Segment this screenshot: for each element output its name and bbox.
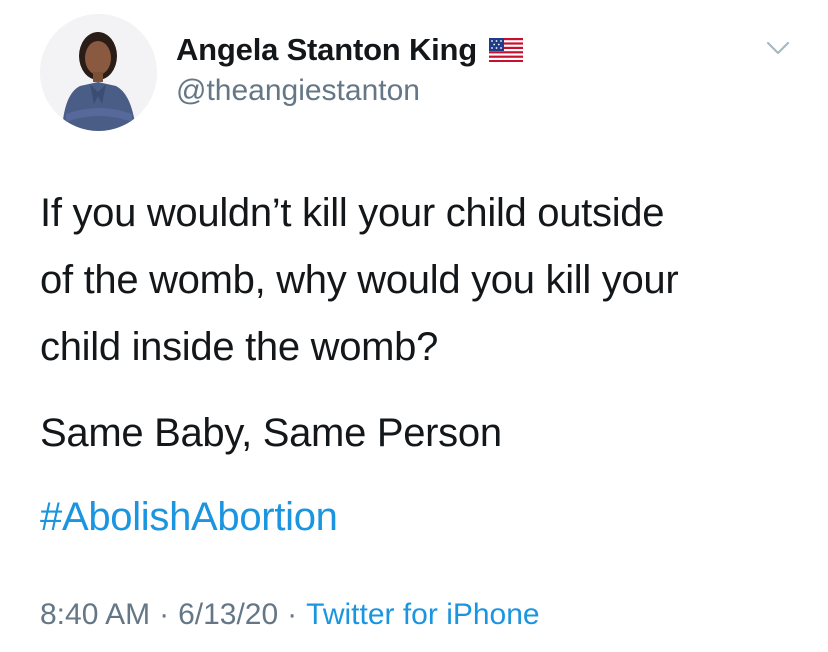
us-flag-icon [489, 38, 524, 62]
author-handle[interactable]: @theangiestanton [176, 74, 420, 108]
meta-separator: · [159, 598, 170, 631]
tweet-text-line: If you wouldn’t kill your child outside [40, 191, 665, 235]
tweet-card: Angela Stanton King @theangiestanton If … [0, 0, 828, 652]
hashtag-link[interactable]: #AbolishAbortion [40, 484, 338, 551]
tweet-text-paragraph: Same Baby, Same Person [40, 411, 502, 455]
avatar[interactable] [40, 14, 157, 131]
author-name-row: Angela Stanton King [176, 30, 524, 70]
tweet-source-link[interactable]: Twitter for iPhone [306, 598, 539, 632]
tweet-text: If you wouldn’t kill your child outside … [40, 180, 800, 381]
meta-separator: · [287, 598, 298, 631]
chevron-down-icon[interactable] [764, 34, 792, 62]
tweet-text-line: of the womb, why would you kill your [40, 258, 679, 302]
tweet-date[interactable]: 6/13/20 [178, 598, 278, 632]
display-name[interactable]: Angela Stanton King [176, 32, 477, 68]
tweet-text-line: child inside the womb? [40, 325, 439, 369]
tweet-time[interactable]: 8:40 AM [40, 598, 150, 632]
tweet-meta: 8:40 AM · 6/13/20 · Twitter for iPhone [40, 598, 540, 632]
